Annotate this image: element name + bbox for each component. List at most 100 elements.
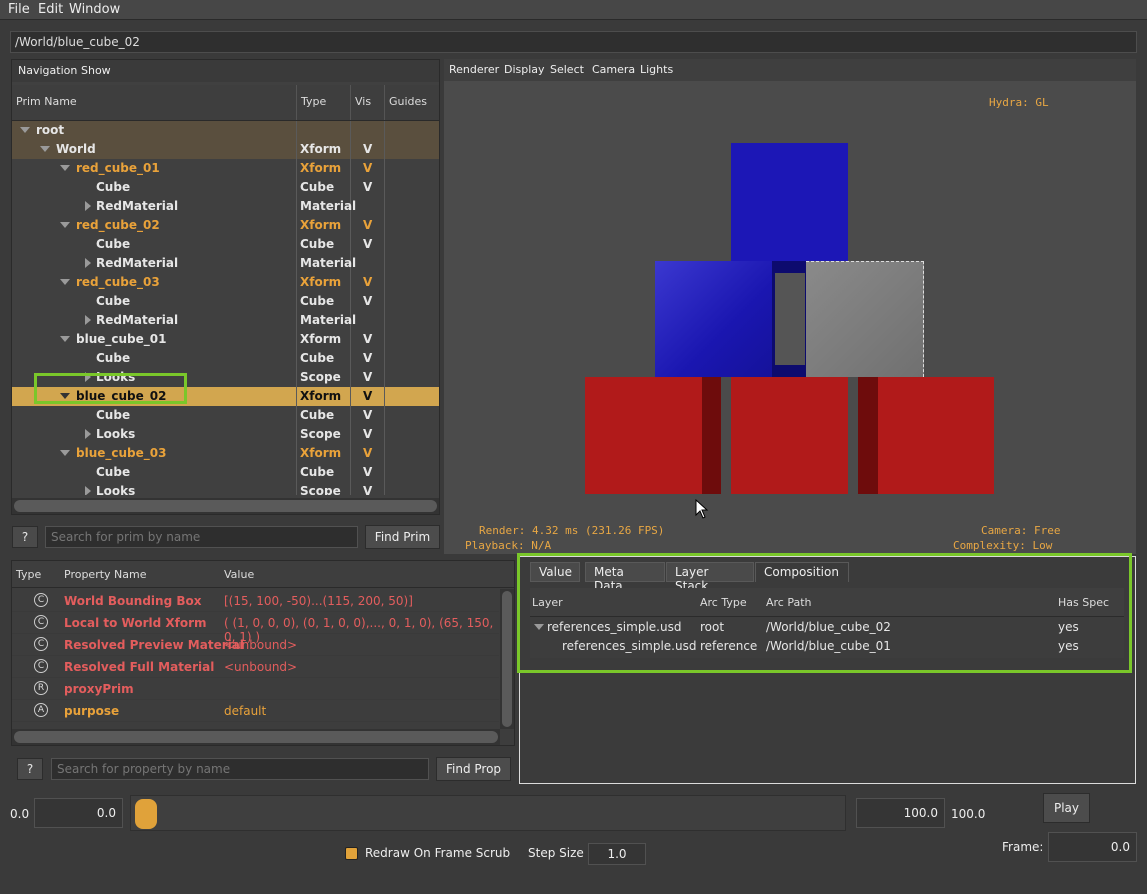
- col-guides[interactable]: Guides: [389, 95, 427, 108]
- menu-lights[interactable]: Lights: [640, 63, 673, 76]
- prim-visibility-toggle[interactable]: V: [363, 218, 372, 232]
- red-cube-right[interactable]: [878, 377, 994, 494]
- prim-row[interactable]: Cube Cube V: [12, 406, 439, 425]
- prim-row[interactable]: Cube Cube V: [12, 463, 439, 482]
- col-type[interactable]: Type: [301, 95, 326, 108]
- prop-search-input[interactable]: [51, 758, 429, 780]
- collapse-arrow-icon[interactable]: [20, 127, 30, 133]
- prim-visibility-toggle[interactable]: V: [363, 275, 372, 289]
- menu-show[interactable]: Show: [81, 64, 111, 77]
- frame-field[interactable]: 0.0: [1048, 832, 1137, 862]
- step-size-field[interactable]: 1.0: [588, 843, 646, 865]
- start-frame-field[interactable]: 0.0: [34, 798, 123, 828]
- menu-camera[interactable]: Camera: [592, 63, 635, 76]
- nav-scrollbar[interactable]: [12, 498, 439, 514]
- menu-navigation[interactable]: Navigation: [18, 64, 77, 77]
- collapse-arrow-icon[interactable]: [60, 165, 70, 171]
- prim-visibility-toggle[interactable]: V: [363, 294, 372, 308]
- property-row[interactable]: Apurpose default: [12, 700, 499, 722]
- prim-row[interactable]: red_cube_01 Xform V: [12, 159, 439, 178]
- selected-cube[interactable]: [806, 261, 924, 377]
- menu-window[interactable]: Window: [69, 2, 120, 17]
- collapse-arrow-icon[interactable]: [60, 222, 70, 228]
- prim-row[interactable]: red_cube_02 Xform V: [12, 216, 439, 235]
- menu-file[interactable]: File: [8, 2, 30, 17]
- prop-help-button[interactable]: ?: [17, 758, 43, 780]
- property-row[interactable]: C Local to World Xform( (1, 0, 0, 0), (0,…: [12, 612, 499, 644]
- prim-visibility-toggle[interactable]: V: [363, 237, 372, 251]
- prim-visibility-toggle[interactable]: V: [363, 370, 372, 384]
- col-prop-name[interactable]: Property Name: [64, 568, 147, 581]
- property-row[interactable]: RproxyPrim: [12, 678, 499, 700]
- prim-row[interactable]: blue_cube_03 Xform V: [12, 444, 439, 463]
- prim-row[interactable]: root: [12, 121, 439, 140]
- menu-edit[interactable]: Edit: [38, 2, 63, 17]
- prim-row[interactable]: World Xform V: [12, 140, 439, 159]
- col-prop-value[interactable]: Value: [224, 568, 254, 581]
- property-row[interactable]: C Resolved Preview Material <unbound>: [12, 634, 499, 656]
- prim-visibility-toggle[interactable]: V: [363, 465, 372, 479]
- frame-slider-handle[interactable]: [135, 799, 157, 829]
- prim-visibility-toggle[interactable]: V: [363, 427, 372, 441]
- prim-row[interactable]: RedMaterial Material: [12, 254, 439, 273]
- expand-arrow-icon[interactable]: [85, 315, 91, 325]
- play-button[interactable]: Play: [1043, 793, 1090, 823]
- prim-visibility-toggle[interactable]: V: [363, 351, 372, 365]
- prim-visibility-toggle[interactable]: V: [363, 446, 372, 460]
- prim-row[interactable]: Cube Cube V: [12, 292, 439, 311]
- col-prop-type[interactable]: Type: [16, 568, 41, 581]
- collapse-arrow-icon[interactable]: [40, 146, 50, 152]
- redraw-checkbox[interactable]: [345, 847, 358, 860]
- prim-name: blue_cube_01: [76, 332, 167, 346]
- expand-arrow-icon[interactable]: [85, 201, 91, 211]
- prim-path-field[interactable]: /World/blue_cube_02: [10, 31, 1137, 53]
- col-vis[interactable]: Vis: [355, 95, 371, 108]
- expand-arrow-icon[interactable]: [85, 429, 91, 439]
- prim-visibility-toggle[interactable]: V: [363, 161, 372, 175]
- collapse-arrow-icon[interactable]: [60, 279, 70, 285]
- prim-visibility-toggle[interactable]: V: [363, 142, 372, 156]
- expand-arrow-icon[interactable]: [85, 258, 91, 268]
- menu-select[interactable]: Select: [550, 63, 584, 76]
- property-vscrollbar[interactable]: [500, 589, 514, 729]
- expand-arrow-icon[interactable]: [85, 486, 91, 495]
- end-frame-field[interactable]: 100.0: [856, 798, 945, 828]
- prim-row[interactable]: Looks Scope V: [12, 425, 439, 444]
- collapse-arrow-icon[interactable]: [60, 336, 70, 342]
- blue-cube-middle[interactable]: [655, 261, 772, 377]
- red-cube-middle[interactable]: [731, 377, 848, 494]
- prim-row[interactable]: RedMaterial Material: [12, 197, 439, 216]
- prim-visibility-toggle[interactable]: V: [363, 484, 372, 495]
- frame-slider[interactable]: [130, 795, 846, 831]
- prim-row[interactable]: red_cube_03 Xform V: [12, 273, 439, 292]
- 3d-viewport[interactable]: Hydra: GL Render: 4.32 ms (231.26 FPS) P…: [444, 81, 1136, 554]
- find-prop-button[interactable]: Find Prop: [436, 757, 511, 781]
- col-prim-name[interactable]: Prim Name: [16, 95, 77, 108]
- property-row[interactable]: C World Bounding Box [(15, 100, -50)...(11…: [12, 590, 499, 612]
- blue-cube-top[interactable]: [731, 143, 848, 261]
- prim-visibility-toggle[interactable]: V: [363, 389, 372, 403]
- prim-row[interactable]: Cube Cube V: [12, 349, 439, 368]
- find-prim-button[interactable]: Find Prim: [365, 525, 440, 549]
- prim-row[interactable]: RedMaterial Material: [12, 311, 439, 330]
- prim-visibility-toggle[interactable]: V: [363, 180, 372, 194]
- prim-row[interactable]: Cube Cube V: [12, 235, 439, 254]
- menu-display[interactable]: Display: [504, 63, 545, 76]
- playback-stats: Playback: N/A: [465, 539, 552, 552]
- prim-row[interactable]: Cube Cube V: [12, 178, 439, 197]
- property-value: <unbound>: [224, 660, 298, 674]
- menu-renderer[interactable]: Renderer: [449, 63, 499, 76]
- prim-visibility-toggle[interactable]: V: [363, 332, 372, 346]
- property-row[interactable]: C Resolved Full Material <unbound>: [12, 656, 499, 678]
- prim-search-input[interactable]: [45, 526, 358, 548]
- nav-menu: Navigation Show: [12, 60, 439, 82]
- red-cube-left[interactable]: [585, 377, 702, 494]
- property-name: World Bounding Box: [64, 594, 202, 608]
- collapse-arrow-icon[interactable]: [60, 450, 70, 456]
- prim-visibility-toggle[interactable]: V: [363, 408, 372, 422]
- prim-row[interactable]: blue_cube_01 Xform V: [12, 330, 439, 349]
- property-hscrollbar[interactable]: [12, 729, 500, 745]
- property-type-icon: A: [34, 703, 48, 717]
- prim-row[interactable]: Looks Scope V: [12, 482, 439, 495]
- prim-help-button[interactable]: ?: [12, 526, 38, 548]
